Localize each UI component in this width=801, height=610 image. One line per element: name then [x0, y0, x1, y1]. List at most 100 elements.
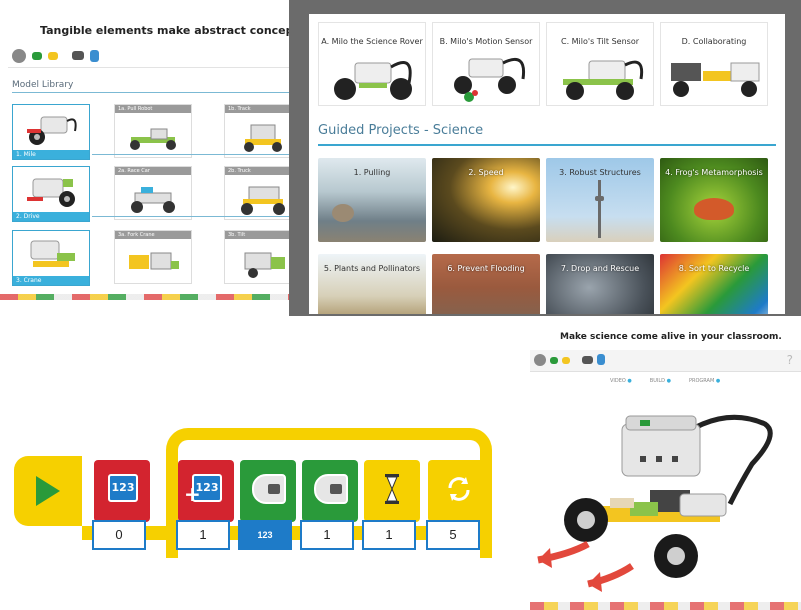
brick-strip — [0, 294, 305, 300]
document-icon[interactable] — [597, 354, 605, 365]
row-connector — [92, 154, 302, 155]
green-brick-icon[interactable] — [550, 357, 558, 364]
project-label: 1. Pulling — [353, 168, 391, 177]
yellow-brick-icon[interactable] — [48, 51, 58, 60]
robot-model-image — [537, 414, 773, 592]
section-underline — [318, 144, 776, 146]
model-image — [130, 128, 176, 150]
project-card[interactable]: A. Milo the Science Rover — [318, 22, 426, 106]
tower-shape — [598, 180, 601, 238]
camera-icon[interactable] — [582, 356, 593, 364]
param-number-icon[interactable]: 123 — [238, 520, 292, 550]
tab-program[interactable]: PROGRAM — [689, 378, 720, 384]
model-library-panel: Tangible elements make abstract concepts… — [0, 0, 305, 300]
project-card[interactable]: C. Milo's Tilt Sensor — [546, 22, 654, 106]
science-project-tile[interactable]: 4. Frog's Metamorphosis — [660, 158, 768, 242]
program-canvas: 123 123 + 0 1 123 1 1 5 — [14, 420, 494, 570]
yellow-brick-icon[interactable] — [562, 357, 570, 364]
model-caption: 1. Mile — [13, 150, 89, 159]
section-divider — [12, 92, 292, 93]
tab-build[interactable]: BUILD — [650, 378, 671, 384]
help-icon[interactable]: ? — [787, 353, 793, 367]
science-project-tile[interactable]: 7. Drop and Rescue — [546, 254, 654, 314]
row-connector — [92, 216, 302, 217]
play-icon — [36, 476, 60, 506]
model-row: 1. Mile 1a. Pull Robot 1b. Track — [12, 104, 302, 164]
model-variant-card[interactable]: 3a. Fork Crane — [114, 230, 192, 284]
param-input[interactable]: 0 — [92, 520, 146, 550]
param-input[interactable]: 1 — [176, 520, 230, 550]
block-body — [240, 460, 296, 522]
model-caption: 3. Crane — [13, 276, 89, 285]
block-body: 123 — [94, 460, 150, 522]
param-input[interactable]: 1 — [300, 520, 354, 550]
model-image — [241, 186, 285, 215]
repeat-block[interactable] — [424, 456, 488, 526]
project-card[interactable]: D. Collaborating — [660, 22, 768, 106]
robot-image — [671, 62, 760, 97]
model-image — [244, 252, 285, 278]
toolbar: ? — [530, 350, 801, 372]
robot-image — [454, 58, 526, 102]
project-label: 2. Speed — [468, 168, 504, 177]
model-card[interactable]: 2. Drive — [12, 166, 90, 222]
science-project-tile[interactable]: 5. Plants and Pollinators — [318, 254, 426, 314]
project-card[interactable]: B. Milo's Motion Sensor — [432, 22, 540, 106]
science-project-tile[interactable]: 2. Speed — [432, 158, 540, 242]
hourglass-icon — [385, 474, 399, 504]
step-tabs: VIDEO BUILD PROGRAM — [610, 378, 720, 384]
motor-power-block[interactable] — [236, 456, 300, 526]
model-card[interactable]: 1. Mile — [12, 104, 90, 160]
project-label: 6. Prevent Flooding — [447, 264, 525, 273]
gear-icon[interactable] — [12, 48, 26, 63]
motor-on-for-block[interactable] — [298, 456, 362, 526]
document-icon[interactable] — [90, 49, 99, 62]
projects-panel: A. Milo the Science Rover B. Milo's Moti… — [309, 14, 785, 314]
motor-icon — [252, 474, 286, 504]
block-body: 123 + — [178, 460, 234, 522]
science-project-tile[interactable]: 8. Sort to Recycle — [660, 254, 768, 314]
tab-video[interactable]: VIDEO — [610, 378, 632, 384]
block-body — [302, 460, 358, 522]
param-input[interactable]: 5 — [426, 520, 480, 550]
model-row: 2. Drive 2a. Race Car 2b. Truck — [12, 166, 302, 226]
display-number-block[interactable]: 123 — [90, 456, 154, 526]
wait-block[interactable] — [360, 456, 424, 526]
variant-caption: 3a. Fork Crane — [115, 231, 191, 239]
projects-panel-backdrop: A. Milo the Science Rover B. Milo's Moti… — [289, 0, 801, 316]
model-variant-card[interactable]: 2a. Race Car — [114, 166, 192, 220]
camera-icon[interactable] — [72, 51, 84, 60]
robot-image — [563, 60, 644, 100]
block-body — [364, 460, 420, 522]
variant-caption: 1a. Pull Robot — [115, 105, 191, 113]
collage: Tangible elements make abstract concepts… — [0, 0, 801, 610]
project-label: B. Milo's Motion Sensor — [439, 37, 533, 46]
project-label: 8. Sort to Recycle — [678, 264, 750, 273]
model-image — [131, 187, 175, 213]
toolbar — [8, 44, 298, 68]
robot-image — [334, 61, 412, 100]
block-body — [428, 460, 484, 522]
param-input[interactable]: 1 — [362, 520, 416, 550]
science-project-tile[interactable]: 1. Pulling — [318, 158, 426, 242]
green-brick-icon[interactable] — [32, 51, 42, 60]
number-display-icon: 123 — [108, 474, 138, 502]
project-label: C. Milo's Tilt Sensor — [560, 37, 639, 46]
classroom-panel: Make science come alive in your classroo… — [530, 322, 801, 610]
robot-image — [27, 178, 75, 207]
rock-shape — [332, 204, 354, 222]
plus-icon: + — [184, 482, 201, 506]
project-label: D. Collaborating — [681, 37, 747, 46]
project-label: 4. Frog's Metamorphosis — [665, 168, 763, 177]
tower-pod — [595, 196, 604, 201]
science-project-tile[interactable]: 3. Robust Structures — [546, 158, 654, 242]
guided-projects-title: Guided Projects - Science — [318, 123, 484, 138]
science-project-tile[interactable]: 6. Prevent Flooding — [432, 254, 540, 314]
model-card[interactable]: 3. Crane — [12, 230, 90, 286]
gear-icon[interactable] — [534, 354, 546, 366]
add-to-display-block[interactable]: 123 + — [174, 456, 238, 526]
model-variant-card[interactable]: 1a. Pull Robot — [114, 104, 192, 158]
classroom-headline: Make science come alive in your classroo… — [560, 332, 782, 342]
start-block[interactable] — [14, 456, 82, 526]
project-label: 5. Plants and Pollinators — [323, 264, 421, 273]
